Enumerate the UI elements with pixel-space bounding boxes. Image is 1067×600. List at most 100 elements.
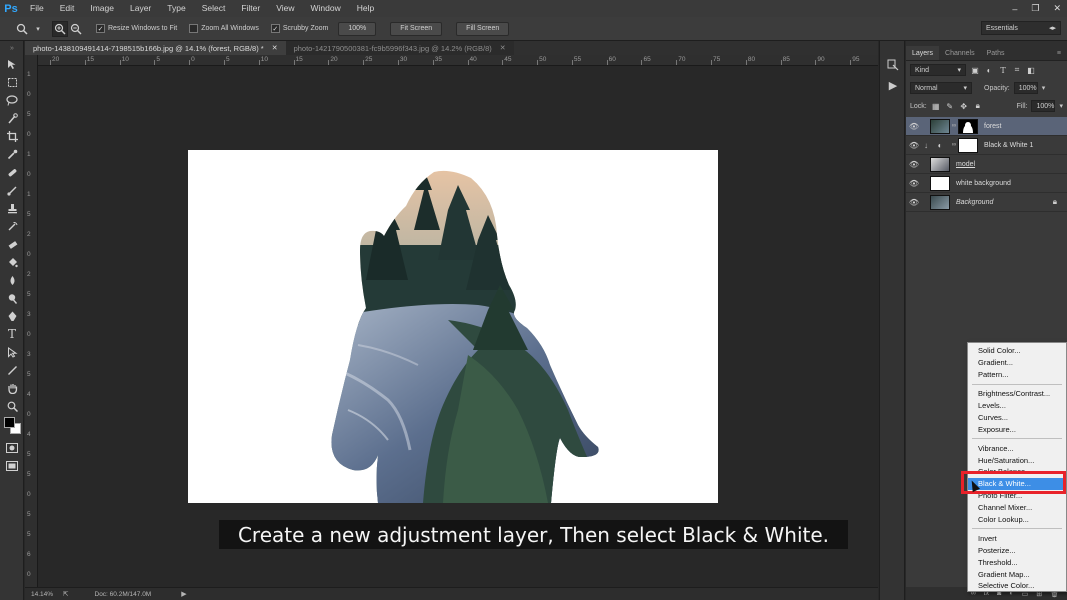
layer-mask-thumbnail[interactable] xyxy=(958,118,978,134)
menu-item-color-balance[interactable]: Color Balance... xyxy=(968,466,1066,478)
history-panel-icon[interactable] xyxy=(880,55,906,75)
menu-item-threshold[interactable]: Threshold... xyxy=(968,556,1066,568)
image-filter-icon[interactable]: ▣ xyxy=(970,65,980,75)
layer-name[interactable]: Black & White 1 xyxy=(984,142,1033,149)
panel-menu-icon[interactable]: ≡ xyxy=(1051,46,1067,60)
chain-link-icon[interactable]: ∞ xyxy=(950,123,958,129)
horizontal-ruler[interactable]: 20 15 10 5 0 5 10 15 20 25 30 35 40 45 50 55 60 65 70 75 80 8… xyxy=(38,55,878,66)
export-icon[interactable]: ⇱ xyxy=(63,590,68,598)
paint-bucket-tool-icon[interactable] xyxy=(0,253,24,271)
marquee-tool-icon[interactable] xyxy=(0,73,24,91)
menu-view[interactable]: View xyxy=(268,0,302,17)
menu-item-curves[interactable]: Curves... xyxy=(968,411,1066,423)
menu-item-gradient[interactable]: Gradient... xyxy=(968,357,1066,369)
actions-play-icon[interactable]: ▶ xyxy=(880,75,906,95)
blur-tool-icon[interactable] xyxy=(0,271,24,289)
menu-item-exposure[interactable]: Exposure... xyxy=(968,423,1066,435)
type-filter-icon[interactable]: T xyxy=(998,65,1008,75)
hand-tool-icon[interactable] xyxy=(0,379,24,397)
tab-document-2[interactable]: photo-1421790500381-fc9b5996f343.jpg @ 1… xyxy=(285,41,514,55)
chevron-down-icon[interactable]: ▾ xyxy=(30,21,46,37)
eye-icon[interactable]: 👁︎ xyxy=(906,160,922,169)
workspace-select[interactable]: Essentials ◂▸ xyxy=(981,21,1061,35)
zoom-level[interactable]: 14.14% xyxy=(31,591,53,598)
layer-mask-thumbnail[interactable] xyxy=(958,137,978,153)
menu-type[interactable]: Type xyxy=(159,0,193,17)
resize-windows-checkbox[interactable]: ✓ Resize Windows to Fit xyxy=(96,24,177,33)
clone-stamp-tool-icon[interactable] xyxy=(0,199,24,217)
menu-file[interactable]: File xyxy=(22,0,52,17)
menu-item-hue-saturation[interactable]: Hue/Saturation... xyxy=(968,454,1066,466)
menu-item-channel-mixer[interactable]: Channel Mixer... xyxy=(968,502,1066,514)
chevron-down-icon[interactable]: ▾ xyxy=(1042,84,1046,92)
eye-icon[interactable]: 👁︎ xyxy=(906,122,922,131)
collapse-icon[interactable]: » xyxy=(0,41,24,55)
menu-window[interactable]: Window xyxy=(302,0,348,17)
eye-icon[interactable]: 👁︎ xyxy=(906,198,922,207)
zoom-in-icon[interactable] xyxy=(52,20,68,37)
dodge-tool-icon[interactable] xyxy=(0,289,24,307)
screen-mode-icon[interactable] xyxy=(0,457,24,475)
layer-row-background[interactable]: 👁︎ Background 🔒︎ xyxy=(906,193,1067,212)
opacity-input[interactable]: 100% xyxy=(1013,82,1038,94)
brush-tool-icon[interactable] xyxy=(0,181,24,199)
menu-item-pattern[interactable]: Pattern... xyxy=(968,369,1066,381)
menu-item-black-white[interactable]: Black & White... xyxy=(968,477,1066,490)
scrubby-zoom-checkbox[interactable]: ✓ Scrubby Zoom xyxy=(270,24,328,33)
menu-item-solid-color[interactable]: Solid Color... xyxy=(968,345,1066,357)
chevron-down-icon[interactable]: ▾ xyxy=(1059,102,1063,110)
lock-position-icon[interactable]: ✥ xyxy=(959,101,969,111)
lock-pixels-icon[interactable]: ✎ xyxy=(945,101,955,111)
menu-select[interactable]: Select xyxy=(194,0,234,17)
adjustment-filter-icon[interactable]: ◐ xyxy=(984,65,994,75)
history-brush-tool-icon[interactable] xyxy=(0,217,24,235)
minimize-button[interactable]: – xyxy=(1012,4,1017,14)
menu-item-invert[interactable]: Invert xyxy=(968,532,1066,544)
menu-item-brightness-contrast[interactable]: Brightness/Contrast... xyxy=(968,388,1066,400)
layer-name[interactable]: white background xyxy=(956,180,1011,187)
quick-selection-tool-icon[interactable] xyxy=(0,109,24,127)
menu-item-photo-filter[interactable]: Photo Filter... xyxy=(968,490,1066,502)
eraser-tool-icon[interactable] xyxy=(0,235,24,253)
menu-item-levels[interactable]: Levels... xyxy=(968,400,1066,412)
line-tool-icon[interactable] xyxy=(0,361,24,379)
layer-name[interactable]: model xyxy=(956,161,975,168)
tab-channels[interactable]: Channels xyxy=(939,46,981,60)
move-tool-icon[interactable] xyxy=(0,55,24,73)
tab-paths[interactable]: Paths xyxy=(981,46,1011,60)
eye-icon[interactable]: 👁︎ xyxy=(906,179,922,188)
lasso-tool-icon[interactable] xyxy=(0,91,24,109)
healing-brush-tool-icon[interactable] xyxy=(0,163,24,181)
layer-row-model[interactable]: 👁︎ model xyxy=(906,155,1067,174)
fill-screen-button[interactable]: Fill Screen xyxy=(456,21,510,36)
zoom-out-icon[interactable] xyxy=(68,21,84,37)
eye-icon[interactable]: 👁︎ xyxy=(906,141,922,150)
zoom-tool-icon[interactable] xyxy=(14,21,30,37)
smart-object-filter-icon[interactable]: ◧ xyxy=(1026,65,1036,75)
lock-all-icon[interactable]: 🔒︎ xyxy=(973,101,983,111)
close-icon[interactable]: ✕ xyxy=(272,44,278,52)
fill-input[interactable]: 100% xyxy=(1031,100,1056,112)
layer-name[interactable]: forest xyxy=(984,123,1002,130)
menu-item-selective-color[interactable]: Selective Color... xyxy=(968,580,1066,592)
crop-tool-icon[interactable] xyxy=(0,127,24,145)
close-button[interactable]: ✕ xyxy=(1053,3,1061,14)
menu-edit[interactable]: Edit xyxy=(52,0,83,17)
chain-link-icon[interactable]: ∞ xyxy=(950,142,958,148)
menu-item-color-lookup[interactable]: Color Lookup... xyxy=(968,514,1066,526)
close-icon[interactable]: ✕ xyxy=(500,44,506,52)
zoom-all-windows-checkbox[interactable]: Zoom All Windows xyxy=(189,24,259,33)
fit-screen-button[interactable]: Fit Screen xyxy=(390,21,443,36)
blend-mode-select[interactable]: Normal ▾ xyxy=(910,82,972,94)
menu-filter[interactable]: Filter xyxy=(233,0,268,17)
menu-help[interactable]: Help xyxy=(349,0,382,17)
restore-button[interactable]: ❐ xyxy=(1031,3,1039,14)
document-canvas[interactable] xyxy=(188,150,718,503)
pen-tool-icon[interactable] xyxy=(0,307,24,325)
menu-item-vibrance[interactable]: Vibrance... xyxy=(968,442,1066,454)
play-icon[interactable]: ▶ xyxy=(181,590,186,598)
tab-layers[interactable]: Layers xyxy=(906,46,940,60)
zoom-tool-icon[interactable] xyxy=(0,397,24,415)
layer-row-white-background[interactable]: 👁︎ white background xyxy=(906,174,1067,193)
path-selection-tool-icon[interactable] xyxy=(0,343,24,361)
